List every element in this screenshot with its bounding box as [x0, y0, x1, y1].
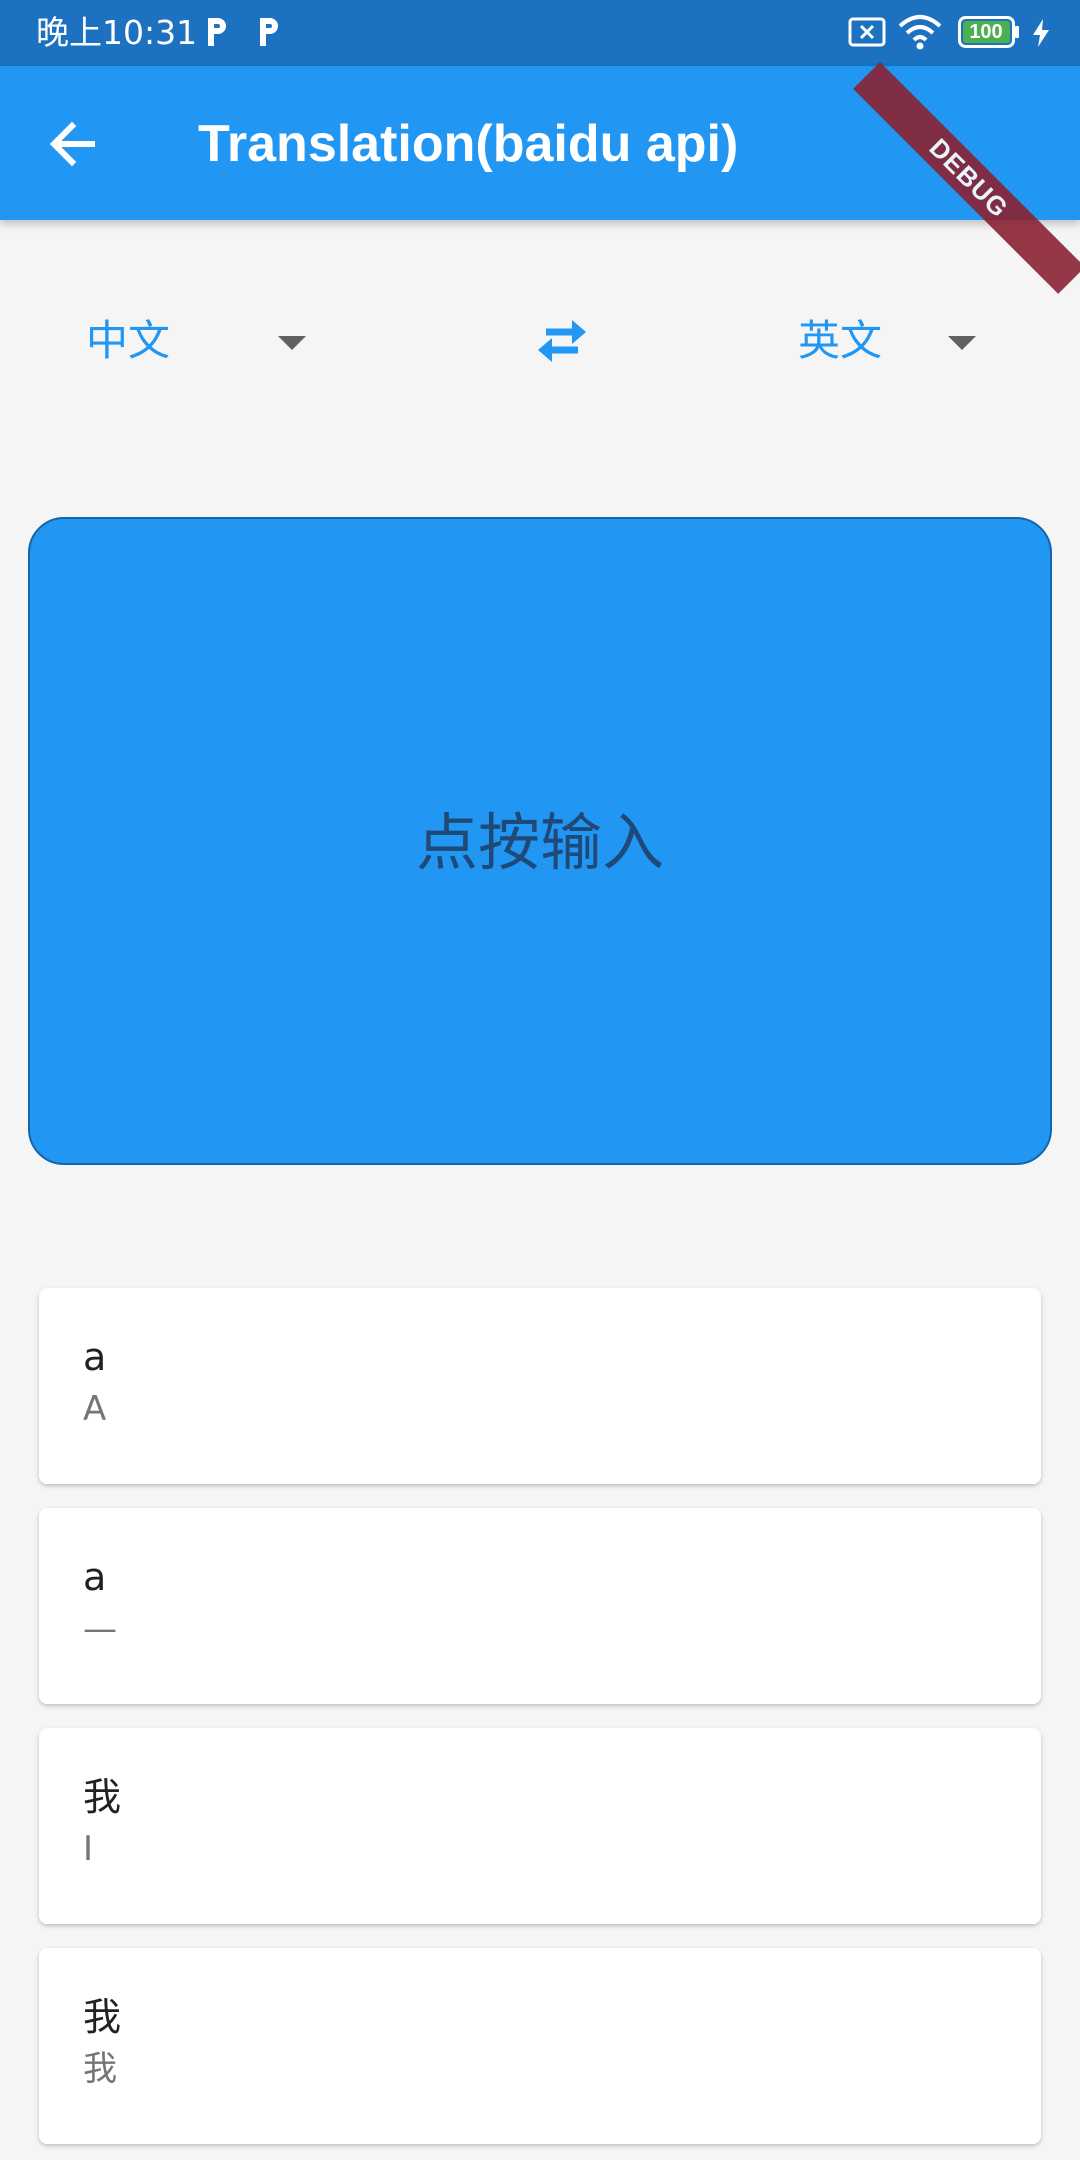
chevron-down-icon	[948, 336, 976, 350]
status-bar: 晚上10:31 100	[0, 0, 1080, 66]
history-item[interactable]: a —	[39, 1508, 1041, 1704]
status-time: 晚上10:31	[36, 13, 198, 52]
history-source-text: 我	[83, 1775, 122, 1819]
target-language-label: 英文	[798, 316, 883, 365]
charging-bolt-icon	[1033, 19, 1049, 47]
page-title: Translation(baidu api)	[198, 115, 739, 173]
history-source-text: a	[83, 1555, 107, 1599]
history-translation-text: A	[83, 1389, 107, 1429]
swap-languages-button[interactable]	[532, 314, 592, 366]
history-source-text: a	[83, 1335, 107, 1379]
back-button[interactable]	[40, 112, 104, 176]
history-source-text: 我	[83, 1995, 122, 2039]
swap-horiz-icon	[538, 320, 586, 362]
history-item[interactable]: a A	[39, 1288, 1041, 1484]
sim-x-icon	[848, 17, 886, 47]
arrow-back-icon	[49, 121, 95, 167]
p-icon	[260, 18, 278, 46]
input-area[interactable]: 点按输入	[28, 517, 1052, 1165]
battery-level: 100	[969, 21, 1003, 43]
history-translation-text: I	[83, 1829, 94, 1869]
history-item[interactable]: 我 I	[39, 1728, 1041, 1924]
p-icon	[208, 18, 226, 46]
language-row: 中文 英文	[0, 300, 1080, 380]
source-language-dropdown[interactable]: 中文	[86, 300, 316, 380]
history-translation-text: —	[83, 1609, 117, 1649]
history-item[interactable]: 我 我	[39, 1948, 1041, 2144]
target-language-dropdown[interactable]: 英文	[798, 300, 1028, 380]
source-language-label: 中文	[86, 316, 171, 365]
wifi-icon	[898, 15, 942, 50]
history-translation-text: 我	[83, 2049, 117, 2089]
chevron-down-icon	[278, 336, 306, 350]
input-placeholder: 点按输入	[415, 806, 664, 879]
battery-icon: 100	[958, 16, 1020, 48]
